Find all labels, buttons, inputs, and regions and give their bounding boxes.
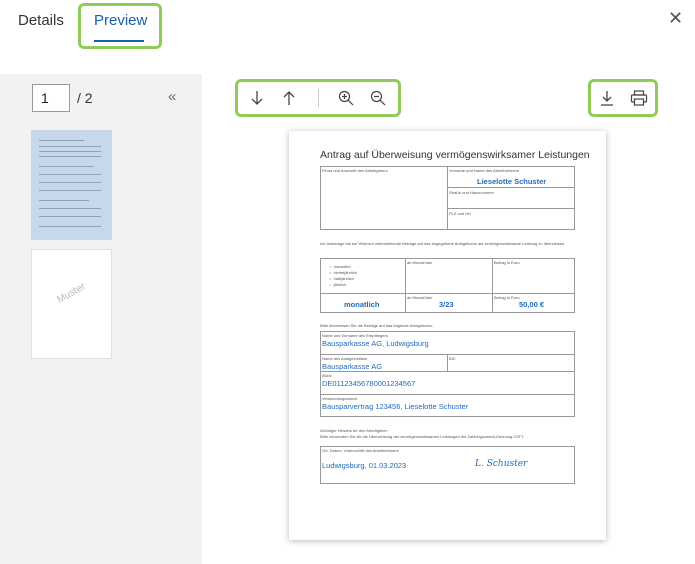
hint-text: Bitte verwenden Sie für die Überweisung … xyxy=(320,434,525,439)
previous-page-arrow-up-icon[interactable] xyxy=(277,86,301,110)
amount-label-2: Betrag in Euro xyxy=(494,295,520,300)
intro-text: Ich beantrage bis auf Widerruf untensteh… xyxy=(320,241,566,246)
toolbar-divider xyxy=(318,89,319,107)
page-total: / 2 xyxy=(77,90,93,106)
page-thumbnail-1[interactable] xyxy=(31,130,112,240)
recipient-label: Name und Vorname des Empfängers xyxy=(322,333,388,338)
close-icon[interactable]: ✕ xyxy=(668,8,683,29)
purpose-label: Verwendungszweck xyxy=(322,396,358,401)
sign-label: Ort, Datum, Unterschrift des Arbeitnehme… xyxy=(322,448,399,453)
form-title: Antrag auf Überweisung vermögenswirksame… xyxy=(320,149,590,161)
institute-value: Bausparkasse AG xyxy=(322,362,383,371)
sign-place-date: Ludwigsburg, 01.03.2023 xyxy=(322,461,407,470)
freq-option-quarterly: ○ vierteljährlich xyxy=(329,270,357,275)
frequency-value: monatlich xyxy=(344,300,380,309)
employer-label: Firma und Anschrift des Arbeitgebers xyxy=(322,168,388,173)
page-number-input[interactable]: 1 xyxy=(32,84,70,112)
document-page: Antrag auf Überweisung vermögenswirksame… xyxy=(289,131,606,540)
iban-label: IBAN xyxy=(322,373,332,378)
print-icon[interactable] xyxy=(627,86,651,110)
page-thumbnail-2[interactable]: Muster xyxy=(31,249,112,359)
amount-label: Betrag in Euro xyxy=(494,260,520,265)
from-month-label: ab Monat/Jahr xyxy=(407,260,433,265)
thumbnail-watermark: Muster xyxy=(55,281,88,306)
bic-label: BIC xyxy=(449,356,456,361)
from-month-label-2: ab Monat/Jahr xyxy=(407,295,433,300)
next-page-arrow-down-icon[interactable] xyxy=(245,86,269,110)
hint-heading: Wichtiger Hinweis für den Arbeitgeber: xyxy=(320,428,389,433)
freq-option-monthly: ○ monatlich xyxy=(329,264,351,269)
purpose-value: Bausparvertrag 123456, Lieselotte Schust… xyxy=(322,402,469,411)
amount-value: 50,00 € xyxy=(519,300,545,309)
recipient-value: Bausparkasse AG, Ludwigsburg xyxy=(322,339,429,348)
zoom-in-icon[interactable] xyxy=(334,86,358,110)
collapse-sidebar-icon[interactable]: « xyxy=(168,88,176,105)
zip-label: PLZ und Ort xyxy=(449,211,471,216)
freq-option-yearly: ○ jährlich xyxy=(329,282,347,287)
freq-option-halfyearly: ○ halbjährlich xyxy=(329,276,354,281)
employee-name-value: Lieselotte Schuster xyxy=(477,177,547,186)
employee-name-label: Vorname und Name des Arbeitnehmers xyxy=(449,168,520,173)
zoom-out-icon[interactable] xyxy=(366,86,390,110)
tab-details[interactable]: Details xyxy=(18,12,64,29)
institute-label: Name des Anlageinstituts xyxy=(322,356,368,361)
street-label: Straße und Hausnummer xyxy=(449,190,494,195)
highlight-preview-tab xyxy=(78,3,162,49)
from-month-value: 3/23 xyxy=(439,300,454,309)
iban-value: DE01123456780001234567 xyxy=(322,379,416,388)
signature: L. Schuster xyxy=(475,459,528,469)
transfer-text: Bitte überweisen Sie die Beträge auf das… xyxy=(320,323,433,328)
download-icon[interactable] xyxy=(595,86,619,110)
